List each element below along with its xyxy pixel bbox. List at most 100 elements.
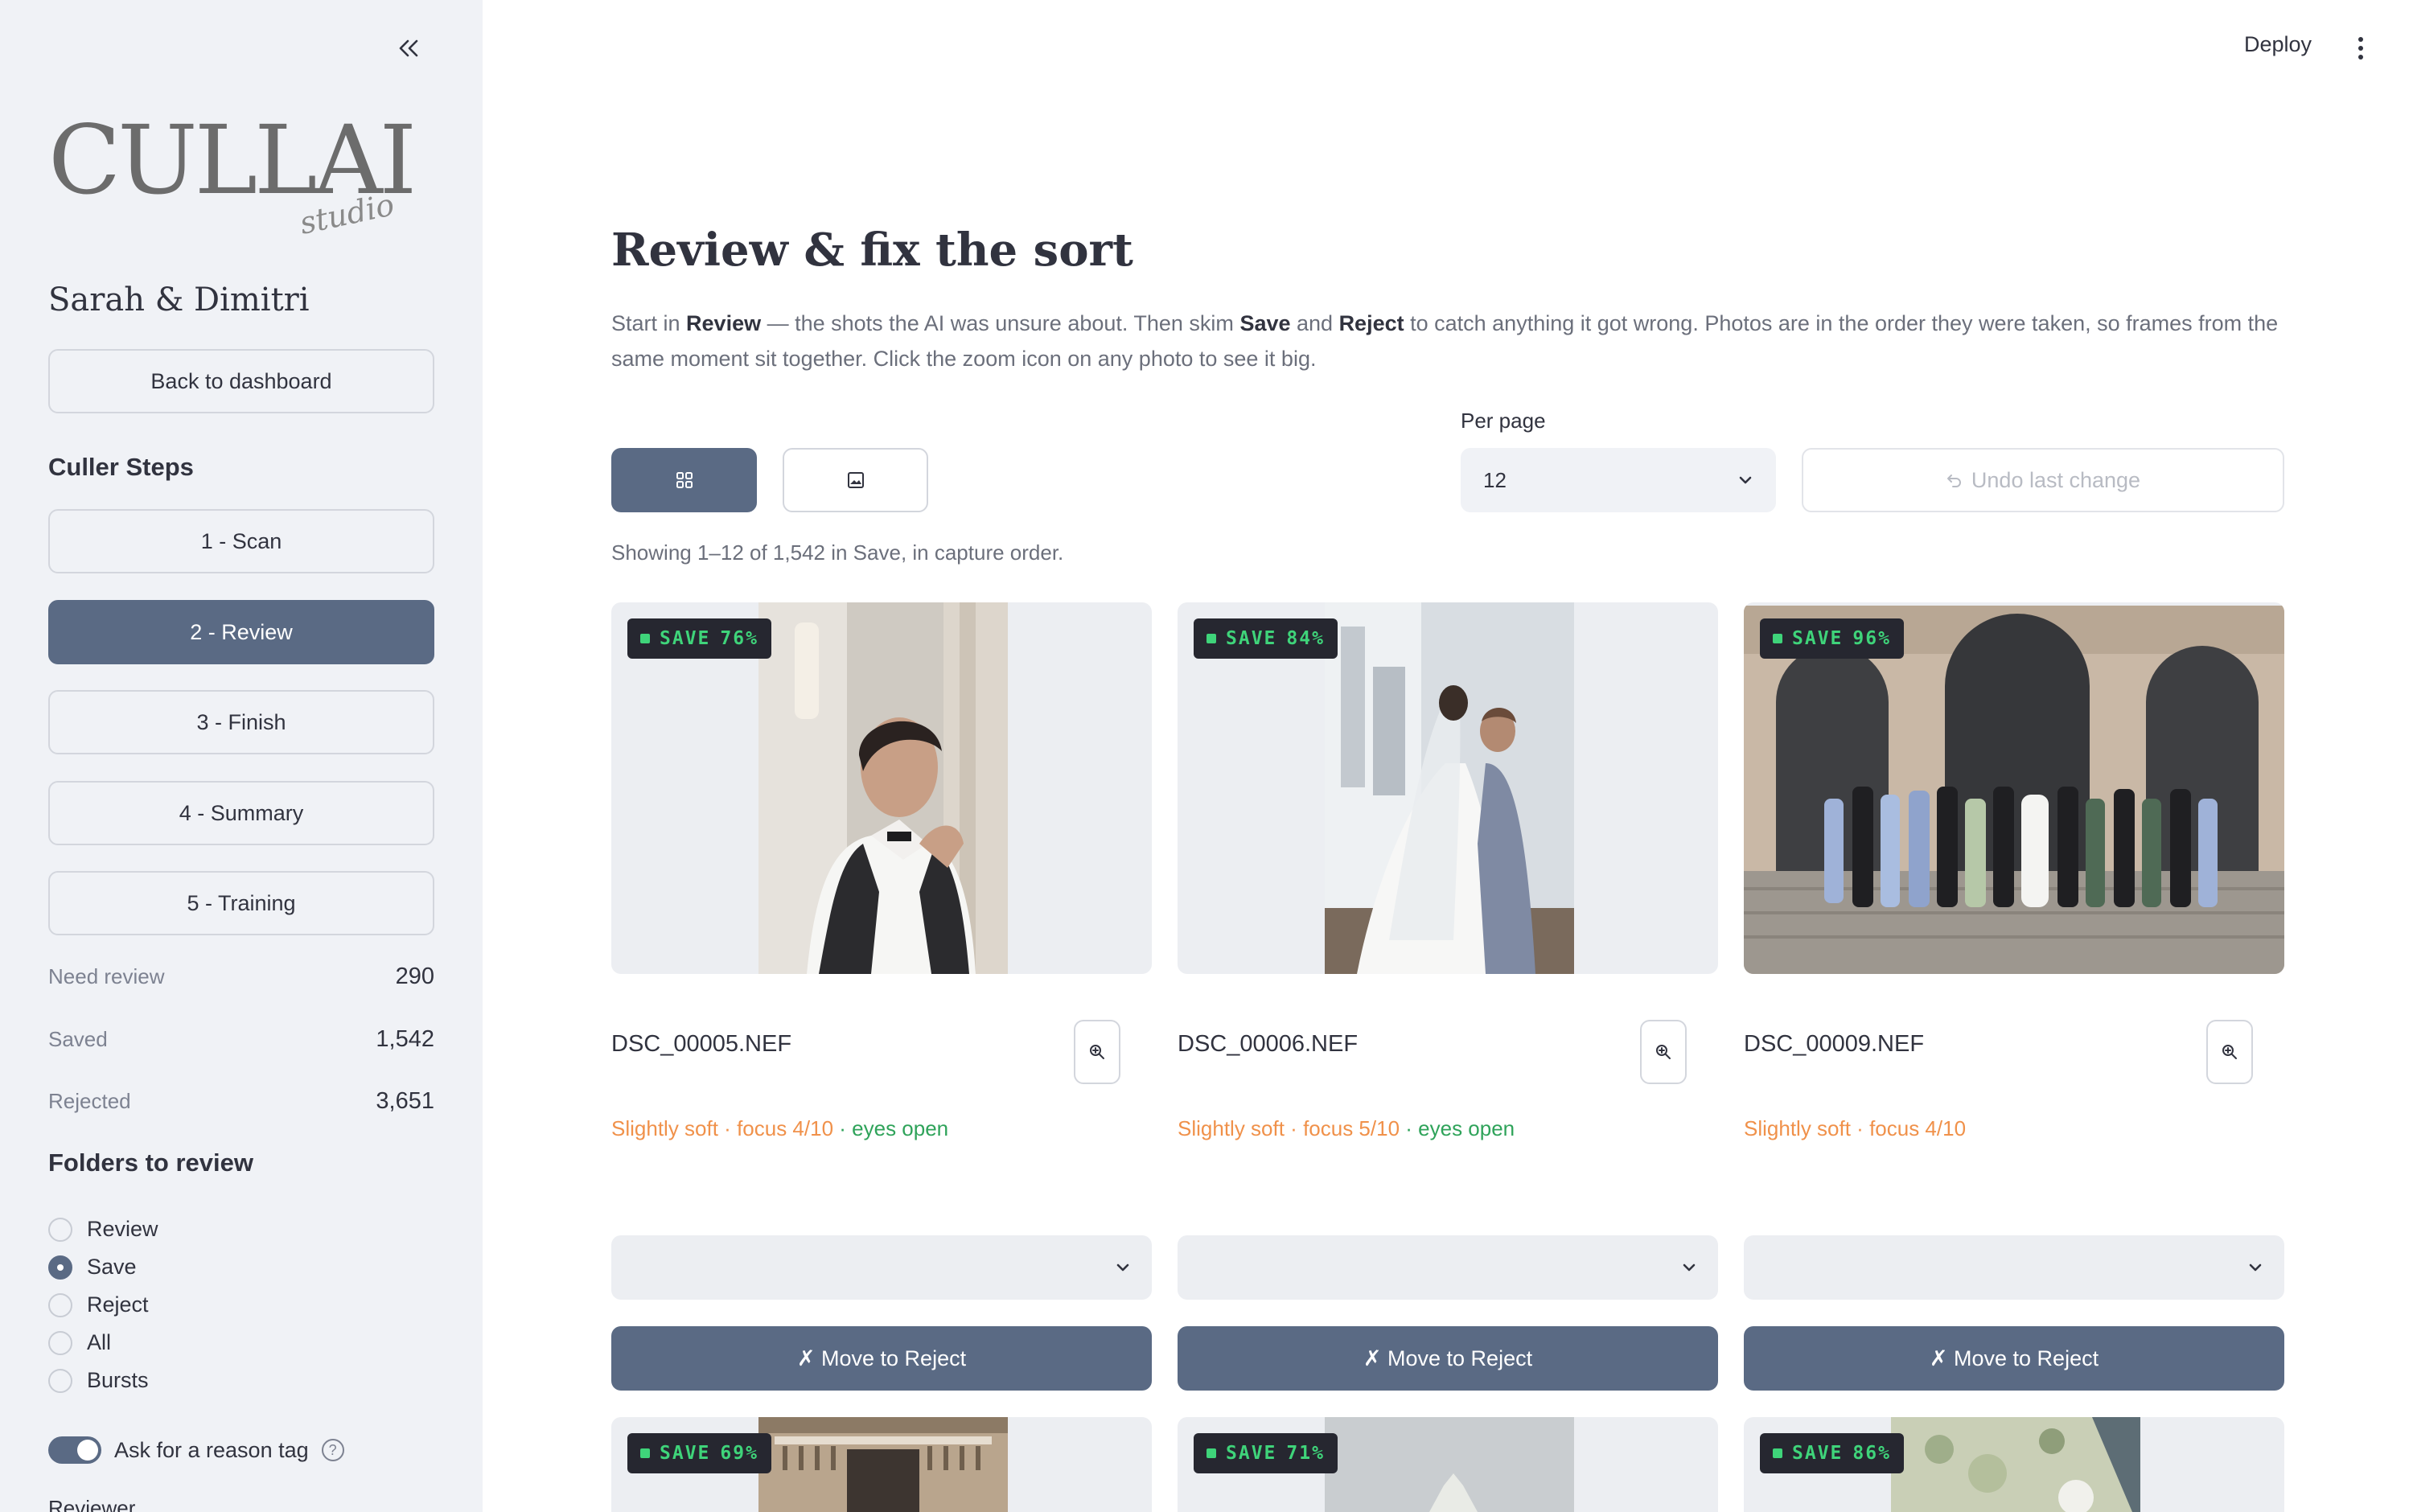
photo-quality-note: Slightly soft · focus 5/10 · eyes open — [1178, 1116, 1515, 1140]
radio-label: Review — [87, 1217, 158, 1241]
status-badge: SAVE 84% — [1194, 618, 1338, 659]
step-finish-button[interactable]: 3 - Finish — [48, 690, 434, 754]
photo-thumbnail[interactable]: SAVE 71% — [1178, 1417, 1718, 1512]
eyes-note: eyes open — [1418, 1116, 1515, 1140]
softness-note: Slightly soft — [1178, 1116, 1285, 1140]
radio-label: Bursts — [87, 1368, 149, 1392]
collapse-sidebar-button[interactable] — [391, 31, 426, 66]
per-page-value: 12 — [1483, 467, 1507, 492]
radio-circle[interactable] — [48, 1217, 72, 1242]
move-to-reject-button[interactable]: ✗ Move to Reject — [1178, 1326, 1718, 1391]
intro-text-part: and — [1290, 311, 1339, 335]
badge-confidence: 86% — [1852, 1443, 1891, 1464]
photo-thumbnail[interactable]: SAVE 86% — [1744, 1417, 2284, 1512]
chevron-down-icon — [1739, 476, 1752, 484]
sidebar: CULLAI studio Sarah & Dimitri Back to da… — [0, 0, 483, 1512]
photo-filename: DSC_00005.NEF — [611, 1031, 792, 1057]
move-to-reject-button[interactable]: ✗ Move to Reject — [611, 1326, 1152, 1391]
folder-radio-review[interactable]: Review — [48, 1217, 158, 1242]
badge-label: SAVE — [1792, 628, 1844, 649]
undo-label: Undo last change — [1971, 467, 2141, 492]
reason-tag-toggle-row: Ask for a reason tag ? — [48, 1436, 344, 1464]
folder-radio-save[interactable]: Save — [48, 1255, 137, 1280]
intro-text: Start in Review — the shots the AI was u… — [611, 306, 2300, 376]
showing-count-text: Showing 1–12 of 1,542 in Save, in captur… — [611, 540, 1064, 565]
step-scan-button[interactable]: 1 - Scan — [48, 509, 434, 573]
intro-bold-reject: Reject — [1338, 311, 1404, 335]
badge-label: SAVE — [1792, 1443, 1844, 1464]
photo-thumbnail[interactable]: SAVE 69% — [611, 1417, 1152, 1512]
chevron-down-icon — [1116, 1263, 1129, 1272]
stat-label: Saved — [48, 1027, 108, 1051]
badge-confidence: 69% — [720, 1443, 758, 1464]
badge-confidence: 96% — [1852, 628, 1891, 649]
question-circle-icon[interactable]: ? — [321, 1439, 344, 1461]
eyes-note: eyes open — [852, 1116, 949, 1140]
stat-need-review: Need review 290 — [48, 963, 434, 990]
step-summary-button[interactable]: 4 - Summary — [48, 781, 434, 845]
folder-radio-all[interactable]: All — [48, 1330, 111, 1355]
photo-thumbnail[interactable]: SAVE 76% — [611, 602, 1152, 974]
grid-icon — [676, 472, 693, 488]
badge-confidence: 71% — [1286, 1443, 1325, 1464]
intro-bold-review: Review — [686, 311, 762, 335]
deploy-button[interactable]: Deploy — [2244, 32, 2312, 57]
radio-label: Reject — [87, 1292, 149, 1317]
stat-label: Need review — [48, 964, 165, 988]
photo-thumbnail[interactable]: SAVE 84% — [1178, 602, 1718, 974]
step-training-button[interactable]: 5 - Training — [48, 871, 434, 935]
zoom-button[interactable] — [2206, 1020, 2253, 1084]
reason-select[interactable] — [611, 1235, 1152, 1300]
radio-label: Save — [87, 1255, 137, 1279]
folder-radio-bursts[interactable]: Bursts — [48, 1368, 149, 1393]
stat-value: 3,651 — [376, 1088, 434, 1114]
focus-note: focus 5/10 — [1303, 1116, 1400, 1140]
radio-circle[interactable] — [48, 1292, 72, 1317]
zoom-in-icon — [2222, 1045, 2237, 1059]
folder-radio-reject[interactable]: Reject — [48, 1292, 149, 1317]
softness-note: Slightly soft — [1744, 1116, 1851, 1140]
folders-heading: Folders to review — [48, 1148, 253, 1177]
app-logo: CULLAI studio — [48, 113, 417, 241]
radio-circle[interactable] — [48, 1368, 72, 1393]
badge-label: SAVE — [660, 1443, 711, 1464]
grid-view-button[interactable] — [611, 448, 757, 512]
undo-last-change-button[interactable]: Undo last change — [1802, 448, 2284, 512]
single-view-button[interactable] — [783, 448, 928, 512]
intro-text-part: — the shots the AI was unsure about. The… — [761, 311, 1240, 335]
move-to-reject-button[interactable]: ✗ Move to Reject — [1744, 1326, 2284, 1391]
status-badge: SAVE 86% — [1760, 1433, 1904, 1473]
zoom-button[interactable] — [1640, 1020, 1687, 1084]
reason-select[interactable] — [1744, 1235, 2284, 1300]
photo-quality-note: Slightly soft · focus 4/10 — [1744, 1116, 1967, 1140]
invitation-photo — [1891, 1417, 2140, 1512]
status-badge: SAVE 69% — [627, 1433, 771, 1473]
step-review-button[interactable]: 2 - Review — [48, 600, 434, 664]
building-photo — [758, 1417, 1008, 1512]
kebab-menu-icon[interactable] — [2349, 32, 2373, 64]
radio-label: All — [87, 1330, 112, 1354]
project-name: Sarah & Dimitri — [48, 281, 310, 318]
reason-tag-toggle[interactable] — [48, 1436, 101, 1464]
reviewer-label: Reviewer — [48, 1496, 136, 1512]
wedding-party-photo — [1744, 606, 2284, 974]
per-page-select[interactable]: 12 — [1461, 448, 1776, 512]
stat-rejected: Rejected 3,651 — [48, 1088, 434, 1115]
undo-icon — [1946, 475, 1961, 487]
image-icon — [847, 472, 864, 488]
photo-thumbnail[interactable]: SAVE 96% — [1744, 602, 2284, 974]
zoom-button[interactable] — [1074, 1020, 1120, 1084]
status-badge: SAVE 96% — [1760, 618, 1904, 659]
zoom-in-icon — [1656, 1045, 1671, 1059]
radio-circle[interactable] — [48, 1330, 72, 1355]
culler-steps-heading: Culler Steps — [48, 453, 194, 481]
reason-select[interactable] — [1178, 1235, 1718, 1300]
radio-circle[interactable] — [48, 1255, 72, 1280]
chevron-down-icon — [2249, 1263, 2262, 1272]
back-to-dashboard-button[interactable]: Back to dashboard — [48, 349, 434, 413]
badge-label: SAVE — [1226, 628, 1277, 649]
stat-saved: Saved 1,542 — [48, 1026, 434, 1053]
stat-value: 1,542 — [376, 1026, 434, 1052]
chevron-down-icon — [1683, 1263, 1696, 1272]
double-chevron-left-icon — [399, 39, 418, 57]
